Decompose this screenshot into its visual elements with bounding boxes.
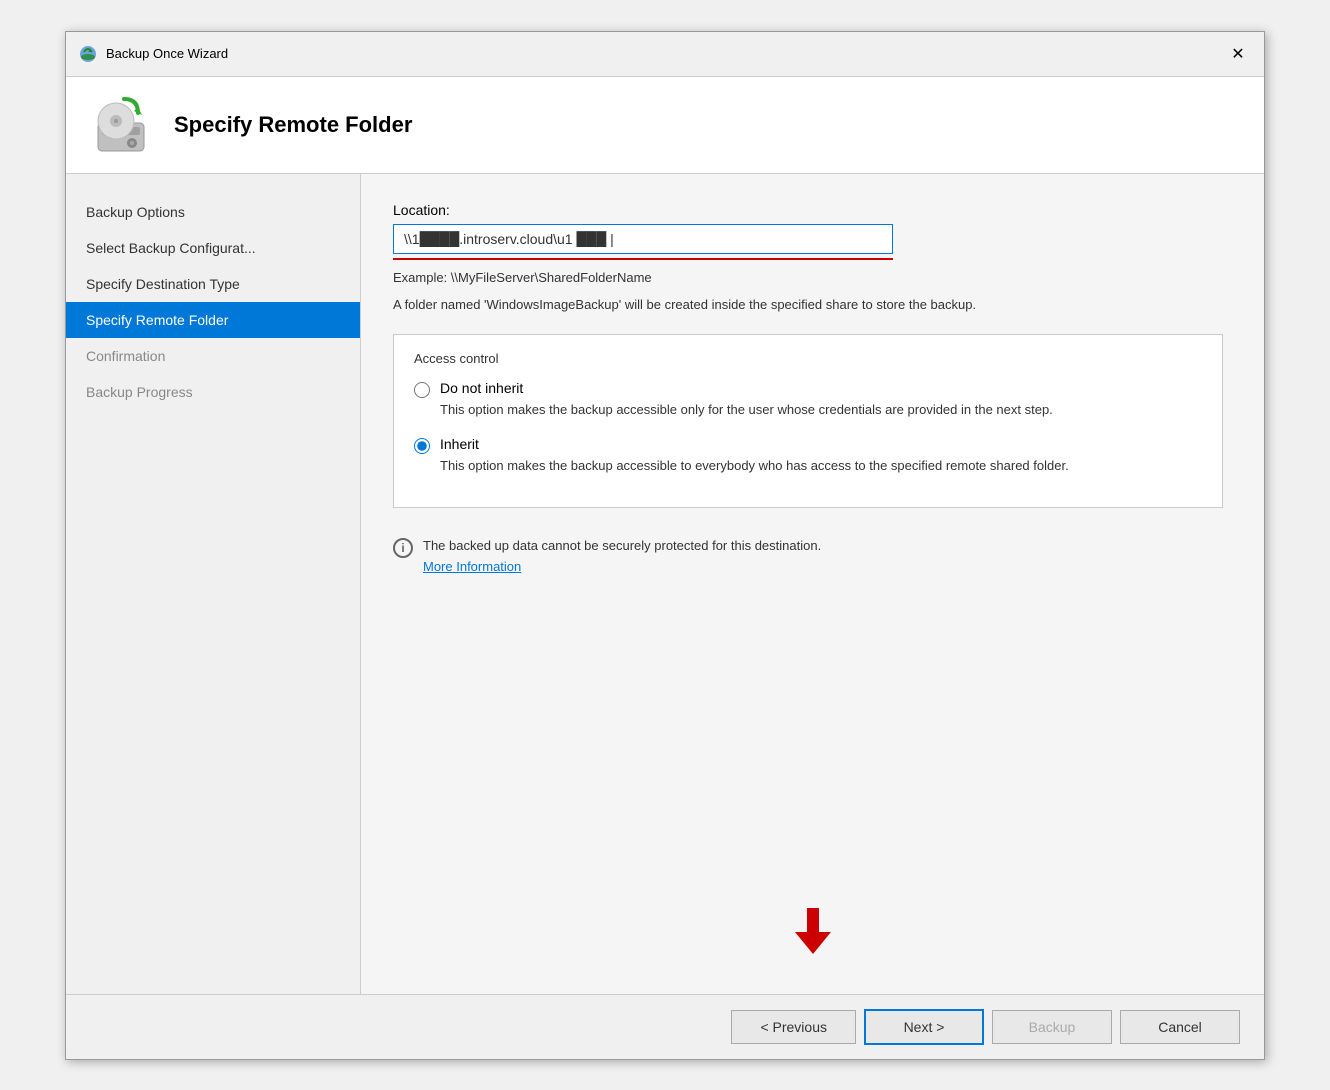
access-control-title: Access control [414,351,1202,366]
radio-label-inherit: Inherit [440,436,1069,452]
main-content: Backup Options Select Backup Configurat.… [66,174,1264,994]
info-icon: i [393,538,413,558]
window-title: Backup Once Wizard [106,46,228,61]
backup-button[interactable]: Backup [992,1010,1112,1044]
radio-inherit[interactable] [414,438,430,454]
previous-button[interactable]: < Previous [731,1010,856,1044]
sidebar-item-destination-type[interactable]: Specify Destination Type [66,266,360,302]
next-button[interactable]: Next > [864,1009,984,1045]
access-control-box: Access control Do not inherit This optio… [393,334,1223,508]
close-button[interactable]: ✕ [1224,40,1252,68]
title-bar-left: Backup Once Wizard [78,44,228,64]
sidebar-item-confirmation: Confirmation [66,338,360,374]
footer-area: < Previous Next > Backup Cancel [66,994,1264,1059]
info-notice-content: The backed up data cannot be securely pr… [423,536,821,578]
radio-label-do-not-inherit: Do not inherit [440,380,1053,396]
radio-do-not-inherit[interactable] [414,382,430,398]
radio-option-inherit: Inherit This option makes the backup acc… [414,436,1202,476]
info-text: A folder named 'WindowsImageBackup' will… [393,295,1193,315]
sidebar-item-backup-options[interactable]: Backup Options [66,194,360,230]
sidebar: Backup Options Select Backup Configurat.… [66,174,361,994]
location-label: Location: [393,202,1232,218]
location-input[interactable] [393,224,893,254]
sidebar-item-remote-folder[interactable]: Specify Remote Folder [66,302,360,338]
sidebar-item-backup-progress: Backup Progress [66,374,360,410]
title-bar: Backup Once Wizard ✕ [66,32,1264,77]
radio-option-do-not-inherit: Do not inherit This option makes the bac… [414,380,1202,420]
sidebar-item-select-backup[interactable]: Select Backup Configurat... [66,230,360,266]
example-text: Example: \\MyFileServer\SharedFolderName [393,270,1232,285]
info-notice: i The backed up data cannot be securely … [393,536,1223,578]
input-underline [393,258,893,260]
page-title: Specify Remote Folder [174,112,412,138]
arrow-indicator [393,908,1232,954]
header-icon [90,93,154,157]
location-input-wrap [393,224,1232,254]
cancel-button[interactable]: Cancel [1120,1010,1240,1044]
radio-desc-do-not-inherit: This option makes the backup accessible … [440,400,1053,420]
app-icon [78,44,98,64]
backup-wizard-window: Backup Once Wizard ✕ Specify Remote Fold… [65,31,1265,1060]
notice-text: The backed up data cannot be securely pr… [423,538,821,553]
content-area: Location: Example: \\MyFileServer\Shared… [361,174,1264,994]
more-info-link[interactable]: More Information [423,559,521,574]
header-area: Specify Remote Folder [66,77,1264,174]
radio-desc-inherit: This option makes the backup accessible … [440,456,1069,476]
